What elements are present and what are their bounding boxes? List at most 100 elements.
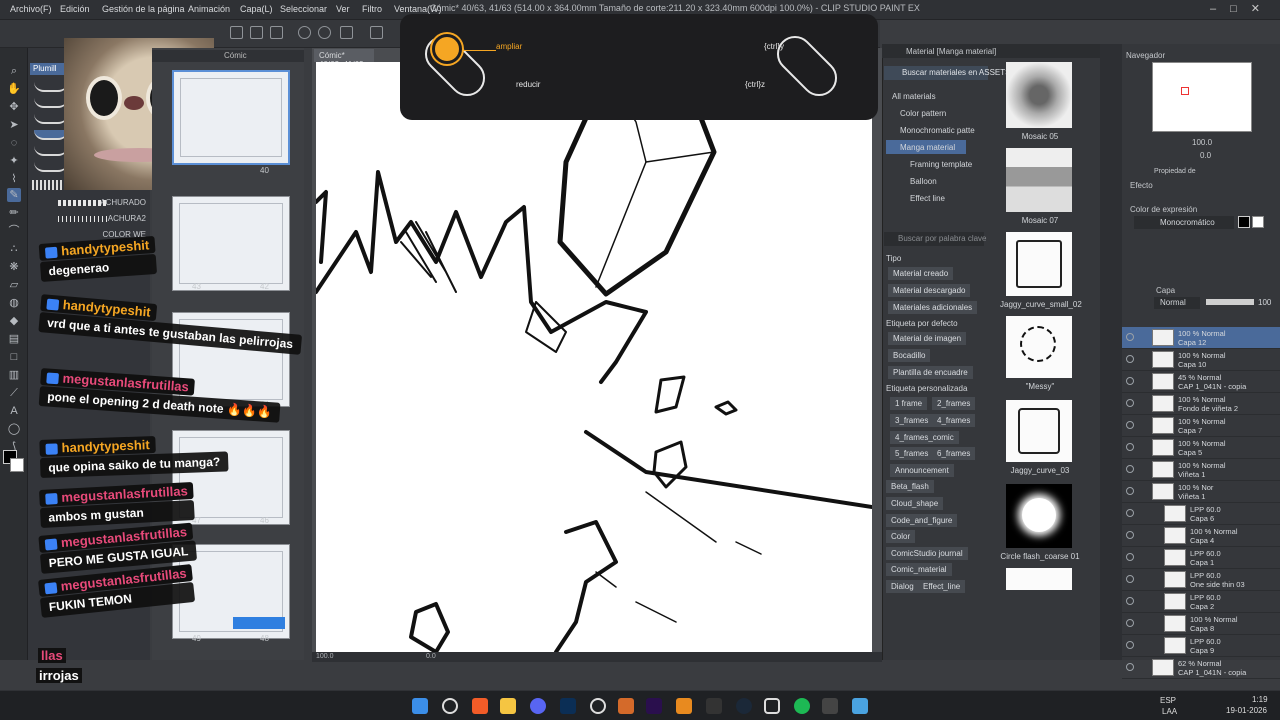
brush-stroke-preview[interactable] [34,114,68,124]
tag-button[interactable]: 3_frames [890,414,934,427]
tag-button[interactable]: Material descargado [888,284,971,297]
brush-stroke-preview[interactable] [34,98,68,108]
discord-icon[interactable] [530,698,546,714]
tag-button[interactable]: 4_frames [932,414,976,427]
layer-row[interactable]: 100 % Normal Viñeta 1 [1122,459,1280,481]
tree-item-color-pattern[interactable]: Color pattern [900,109,946,118]
drawing-canvas[interactable] [316,62,872,652]
eye-icon[interactable] [1126,399,1134,407]
tag-button[interactable]: Dialog [886,580,919,593]
text-tool-icon[interactable]: A [7,404,21,418]
tree-item-effect-line[interactable]: Effect line [910,194,945,203]
menu-view[interactable]: Ver [336,4,350,14]
tag-button[interactable]: Color [886,530,916,543]
tag-button[interactable]: 5_frames [890,447,934,460]
eye-icon[interactable] [1126,575,1134,583]
eye-icon[interactable] [1126,597,1134,605]
keyboard-layout[interactable]: LAA [1162,707,1177,716]
spotify-icon[interactable] [794,698,810,714]
search-assets-button[interactable]: Buscar materiales en ASSETS [884,66,1011,80]
page-manager-tab[interactable]: Cómic [224,51,247,60]
clock-date[interactable]: 19-01-2026 [1226,706,1267,715]
color-swatch-black[interactable] [1238,216,1250,228]
material-thumbnail[interactable] [1006,316,1072,378]
eyedropper-icon[interactable]: ⌇ [7,172,21,186]
menu-layer[interactable]: Capa(L) [240,4,273,14]
eye-icon[interactable] [1126,377,1134,385]
eye-icon[interactable] [1126,443,1134,451]
layer-row[interactable]: 100 % Normal Capa 12 [1122,327,1280,349]
operation-tool-icon[interactable]: ➤ [7,118,21,132]
clear-icon[interactable] [340,26,353,39]
menu-page-management[interactable]: Gestión de la página [102,4,185,14]
window-controls[interactable]: –□✕ [1210,2,1274,15]
photoshop-icon[interactable] [560,698,576,714]
redo-icon[interactable] [318,26,331,39]
brush-stroke-preview[interactable] [34,146,68,156]
tree-item-manga-material[interactable]: Manga material [900,143,955,152]
tag-button[interactable]: 2_frames [932,397,976,410]
ruler-icon[interactable]: ⟋ [7,386,21,400]
eye-icon[interactable] [1126,663,1134,671]
pen-tool-icon[interactable]: ✎ [7,188,21,202]
lasso-tool-icon[interactable]: ◌ [7,136,21,150]
zoom-tool-icon[interactable]: ⌕ [7,64,21,78]
tag-button[interactable]: 4_frames_comic [890,431,959,444]
steam-icon[interactable] [736,698,752,714]
material-thumbnail[interactable] [1006,62,1072,128]
brush-stroke-preview[interactable] [34,130,68,140]
save-icon[interactable] [270,26,283,39]
tree-item-all-materials[interactable]: All materials [892,92,936,101]
navigator-preview[interactable] [1152,62,1252,132]
angle-value[interactable]: 0.0 [426,653,436,660]
hand-tool-icon[interactable]: ✋ [7,82,21,96]
layer-row[interactable]: 45 % Normal CAP 1_041N - copia [1122,371,1280,393]
opacity-slider[interactable] [1206,299,1254,305]
brush-stroke-preview[interactable] [34,162,68,172]
file-explorer-icon[interactable] [500,698,516,714]
page-thumbnail[interactable] [172,70,290,165]
tag-button[interactable]: Effect_line [918,580,966,593]
eye-icon[interactable] [1126,465,1134,473]
brush-tool-icon[interactable]: ⌒ [7,224,21,238]
navigator-angle-value[interactable]: 0.0 [1200,151,1211,160]
airbrush-icon[interactable]: ∴ [7,242,21,256]
clip-studio-icon[interactable] [764,698,780,714]
navigator-viewport[interactable] [1181,87,1189,95]
layer-row[interactable]: 100 % Normal Capa 4 [1122,525,1280,547]
layer-row[interactable]: LPP 60.0 Capa 2 [1122,591,1280,613]
sub-color-swatch[interactable] [10,458,24,472]
navigator-zoom-value[interactable]: 100.0 [1192,138,1212,147]
windows-start-icon[interactable] [412,698,428,714]
brush-stroke-preview[interactable] [34,82,68,92]
pencil-tool-icon[interactable]: ✏ [7,206,21,220]
zoom-in-button-icon[interactable] [432,34,462,64]
new-icon[interactable] [230,26,243,39]
eye-icon[interactable] [1126,509,1134,517]
tag-button[interactable]: Beta_flash [886,480,934,493]
premiere-icon[interactable] [646,698,662,714]
eye-icon[interactable] [1126,333,1134,341]
layer-row[interactable]: 100 % Normal Capa 8 [1122,613,1280,635]
tag-button[interactable]: Comic_material [886,563,952,576]
material-thumbnail[interactable] [1006,148,1072,212]
keyword-search-input[interactable]: Buscar por palabra clave [884,232,987,246]
tree-item-mono-pattern[interactable]: Monochromatic patte [900,126,975,135]
tag-button[interactable]: ComicStudio journal [886,547,968,560]
document-tab[interactable]: Cómic* 40/63, 41/63 [314,49,374,69]
open-icon[interactable] [250,26,263,39]
eraser-icon[interactable]: ▱ [7,278,21,292]
layer-row[interactable]: 100 % Normal Capa 7 [1122,415,1280,437]
layer-row[interactable]: 100 % Normal Capa 5 [1122,437,1280,459]
fill-tool-icon[interactable]: ◆ [7,314,21,328]
firefox-icon[interactable] [618,698,634,714]
menu-filter[interactable]: Filtro [362,4,382,14]
tree-item-balloon[interactable]: Balloon [910,177,937,186]
eye-icon[interactable] [1126,421,1134,429]
material-thumbnail[interactable] [1006,232,1072,296]
brush-label[interactable]: ACHURA2 [108,214,146,223]
menu-file[interactable]: Archivo(F) [10,4,52,14]
zoom-value[interactable]: 100.0 [316,653,334,660]
app-blue-icon[interactable] [852,698,868,714]
tree-item-framing-template[interactable]: Framing template [910,160,972,169]
